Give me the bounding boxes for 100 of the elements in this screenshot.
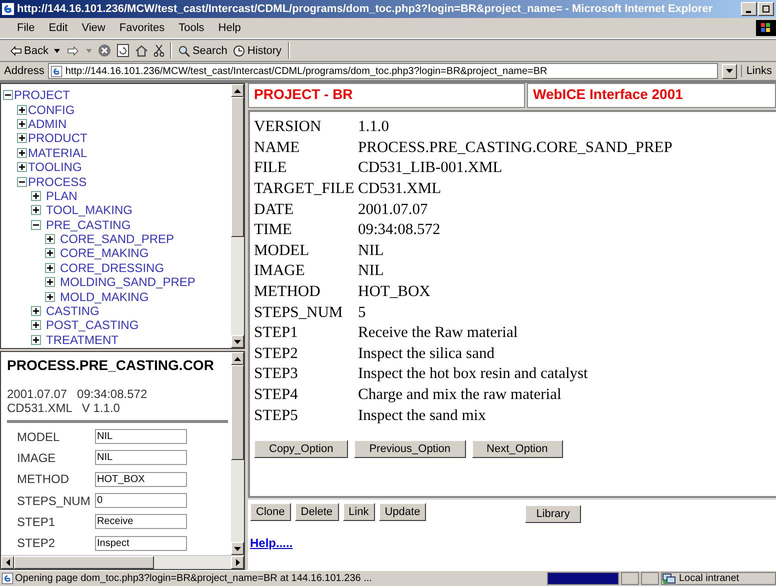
property-name: STEP1	[254, 322, 358, 344]
network-icon	[662, 572, 676, 584]
left-arrow-icon[interactable]	[6, 559, 10, 566]
tree-item[interactable]: CORE_DRESSING	[60, 260, 164, 275]
tree-item[interactable]: TOOL_MAKING	[46, 203, 132, 218]
right-arrow-icon[interactable]	[236, 559, 240, 566]
property-value: 2001.07.07	[358, 200, 429, 220]
option-button[interactable]: Next_Option	[472, 440, 563, 458]
menu-item[interactable]: File	[10, 22, 42, 34]
expand-icon[interactable]	[45, 234, 55, 244]
expand-icon[interactable]	[31, 205, 41, 216]
input-field[interactable]: Receive	[95, 514, 187, 530]
search-button[interactable]: Search	[178, 44, 228, 56]
help-link[interactable]: Help.....	[250, 536, 293, 550]
refresh-icon[interactable]	[117, 44, 130, 57]
expand-icon[interactable]	[17, 162, 27, 172]
tree-item[interactable]: POST_CASTING	[46, 318, 139, 332]
tree-item[interactable]: TREATMENT	[46, 332, 118, 347]
property-value: Inspect the silica sand	[358, 344, 496, 364]
tree-item[interactable]: TOOLING	[28, 160, 82, 174]
property-name: NAME	[254, 138, 358, 158]
expand-icon[interactable]	[31, 306, 41, 316]
menu-item[interactable]: Edit	[42, 22, 75, 34]
back-button[interactable]: Back	[10, 44, 48, 56]
field-label: STEPS_NUM	[16, 494, 92, 508]
down-arrow-icon[interactable]	[234, 546, 241, 550]
input-field[interactable]: HOT_BOX	[95, 472, 187, 487]
scrollbar[interactable]	[231, 352, 244, 555]
caret-icon	[726, 69, 734, 73]
property-value: 09:34:08.572	[358, 220, 442, 240]
collapse-icon[interactable]	[3, 90, 13, 100]
property-value: PROCESS.PRE_CASTING.CORE_SAND_PREP	[358, 138, 672, 158]
menu-item[interactable]: Help	[211, 22, 248, 34]
expand-icon[interactable]	[17, 118, 27, 129]
tree-item[interactable]: CASTING	[46, 304, 100, 318]
home-icon[interactable]	[135, 44, 148, 56]
menu-item[interactable]: View	[74, 22, 112, 34]
expand-icon[interactable]	[45, 248, 55, 258]
property-name: STEP5	[254, 406, 299, 426]
clock-icon	[233, 44, 246, 56]
property-name: DATE	[254, 200, 295, 220]
maximize-button[interactable]	[758, 2, 774, 16]
expand-icon[interactable]	[45, 292, 55, 302]
property-name: STEP3	[254, 364, 299, 384]
tree-item[interactable]: MATERIAL	[28, 146, 88, 160]
dropdown-arrow-icon[interactable]	[54, 48, 60, 52]
up-arrow-icon[interactable]	[234, 356, 241, 360]
option-button[interactable]: Previous_Option	[354, 440, 466, 458]
scissors-icon[interactable]	[154, 44, 164, 57]
down-arrow-icon[interactable]	[234, 340, 241, 344]
history-button[interactable]: History	[233, 44, 282, 56]
property-name: STEP4	[254, 385, 299, 406]
action-button[interactable]: Update	[378, 503, 426, 521]
action-button[interactable]: Link	[342, 503, 375, 521]
record-title: PROCESS.PRE_CASTING.COR	[7, 357, 215, 373]
tree-item[interactable]: CONFIG	[28, 102, 75, 117]
scrollbar[interactable]	[1, 555, 244, 569]
tree-item[interactable]: ADMIN	[28, 116, 67, 131]
expand-icon[interactable]	[17, 133, 27, 144]
collapse-icon[interactable]	[31, 220, 41, 230]
window-title: http://144.16.101.236/MCW/test_cast/Intercast/CDML/programs/dom_toc.php3?login=BR&project_name= - Microsoft Internet Explorer	[17, 3, 714, 15]
minimize-button[interactable]	[741, 2, 757, 16]
dropdown-button[interactable]	[722, 64, 738, 78]
tree-item[interactable]: MOLDING_SAND_PREP	[60, 275, 196, 290]
action-button[interactable]: Delete	[294, 503, 339, 521]
property-value: CD531.XML	[358, 179, 442, 200]
tree-item[interactable]: CORE_MAKING	[60, 246, 149, 260]
tree-item[interactable]: MOLD_MAKING	[60, 290, 149, 304]
expand-icon[interactable]	[31, 320, 41, 330]
property-value: Receive the Raw material	[358, 323, 519, 344]
expand-icon[interactable]	[31, 190, 41, 201]
property-name: IMAGE	[254, 261, 358, 282]
input-field[interactable]: 0	[95, 493, 187, 508]
property-name: STEP2	[254, 344, 299, 364]
option-button[interactable]: Copy_Option	[254, 440, 348, 458]
collapse-icon[interactable]	[17, 176, 27, 187]
expand-icon[interactable]	[45, 277, 55, 288]
expand-icon[interactable]	[45, 262, 55, 273]
tree-item[interactable]: PRODUCT	[28, 131, 88, 146]
tree-item[interactable]: PRE_CASTING	[46, 218, 131, 232]
input-field[interactable]: NIL	[95, 450, 187, 466]
scrollbar[interactable]	[231, 84, 244, 348]
menu-item[interactable]: Favorites	[112, 22, 172, 34]
up-arrow-icon[interactable]	[234, 88, 241, 92]
links-button[interactable]: Links	[741, 65, 776, 77]
input-field[interactable]: Inspect	[95, 536, 187, 551]
menu-item[interactable]: Tools	[172, 22, 212, 34]
tree-item[interactable]: CORE_SAND_PREP	[60, 232, 174, 246]
expand-icon[interactable]	[17, 148, 27, 158]
action-button[interactable]: Clone	[250, 503, 291, 521]
forward-icon[interactable]	[66, 46, 80, 56]
tree-item[interactable]: PROJECT	[14, 88, 70, 102]
expand-icon[interactable]	[17, 104, 27, 115]
stop-icon[interactable]	[98, 44, 112, 57]
tree-item[interactable]: PROCESS	[28, 174, 87, 189]
address-field[interactable]: http://144.16.101.236/MCW/test_cast/Intercast/CDML/programs/dom_toc.php3?login=BR&project_name=BR	[48, 63, 718, 79]
expand-icon[interactable]	[31, 334, 41, 345]
tree-item[interactable]: PLAN	[46, 188, 78, 203]
library-button[interactable]: Library	[525, 505, 581, 523]
input-field[interactable]: NIL	[95, 429, 187, 444]
